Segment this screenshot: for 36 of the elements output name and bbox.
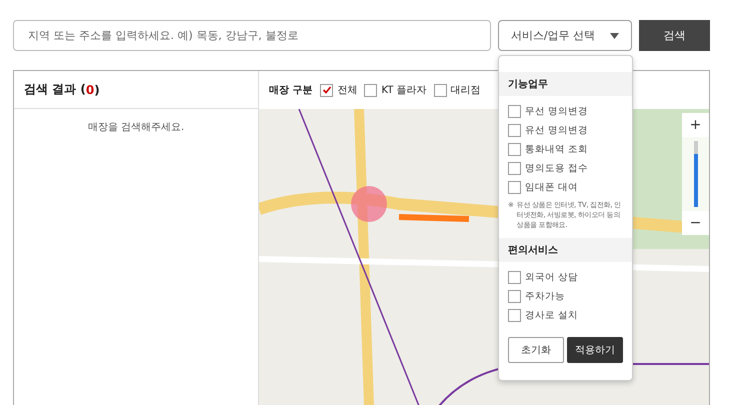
option-label: 통화내역 조회 (525, 142, 588, 156)
empty-message: 매장을 검색해주세요. (88, 121, 184, 134)
results-title: 검색 결과 (0) (14, 71, 259, 109)
option-label: 임대폰 대여 (525, 180, 578, 194)
checkbox[interactable] (508, 124, 521, 136)
zoom-out-button[interactable]: − (682, 211, 709, 235)
checkbox[interactable] (508, 142, 521, 156)
service-select[interactable]: 서비스/업무 선택 (498, 20, 632, 51)
option-label: 유선 명의변경 (525, 124, 588, 136)
checkbox[interactable] (508, 290, 521, 303)
checkbox[interactable] (364, 84, 378, 96)
store-type-label: 매장 구분 (269, 84, 312, 97)
option-label: 외국어 상담 (525, 270, 578, 284)
zoom-in-button[interactable]: + (682, 113, 709, 137)
reset-button[interactable]: 초기화 (508, 337, 564, 364)
checkbox[interactable] (320, 84, 334, 96)
search-button[interactable]: 검색 (639, 20, 710, 51)
caret-icon (610, 32, 620, 38)
option-label: 주차가능 (525, 290, 565, 303)
section-title: 기능업무 (499, 72, 632, 96)
checkbox[interactable] (508, 104, 521, 118)
option-label: 대리점 (450, 84, 481, 97)
checkbox[interactable] (508, 162, 521, 174)
option-label: KT 플라자 (381, 84, 427, 97)
option-label: 명의도용 접수 (525, 162, 588, 174)
search-field[interactable]: 지역 또는 주소를 입력하세요. 예) 목동, 강남구, 불정로 (13, 20, 491, 51)
checkmark-icon (322, 85, 332, 95)
apply-button[interactable]: 적용하기 (567, 337, 623, 364)
section-title: 편의서비스 (499, 238, 632, 262)
zoom-slider[interactable] (694, 141, 698, 207)
checkbox[interactable] (434, 84, 447, 96)
option-label: 전체 (337, 84, 358, 97)
checkbox[interactable] (508, 270, 521, 284)
checkbox[interactable] (508, 308, 521, 322)
option-label: 경사로 설치 (525, 308, 578, 322)
checkbox[interactable] (508, 180, 521, 194)
